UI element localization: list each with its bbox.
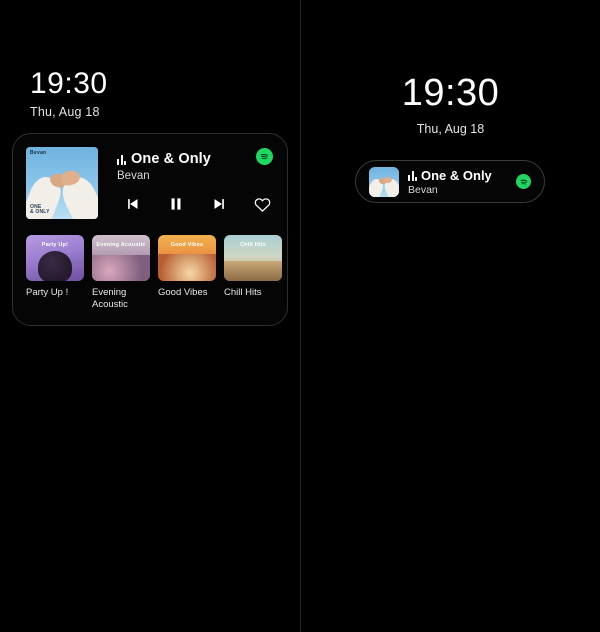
next-track-button[interactable] [209,194,229,214]
album-art-thumbnail [369,166,399,197]
album-art [369,166,399,197]
lockscreen-clock-right: 19:30 Thu, Aug 18 [301,72,600,136]
lockscreen-clock-left: 19:30 Thu, Aug 18 [30,68,108,119]
track-info: One & Only Bevan [117,151,211,182]
playlist-thumbnail-art [158,254,216,281]
playlist-overlay-text: Good Vibes [170,242,204,248]
playlist-label: Evening Acoustic [92,287,128,310]
spotify-icon[interactable] [516,174,531,189]
playback-controls [123,194,272,214]
media-card-header: Bevan ONE & ONLY One & Only Bevan [13,134,287,222]
expanded-media-player-card[interactable]: Bevan ONE & ONLY One & Only Bevan Party … [12,133,288,326]
album-art-label-bottom: ONE & ONLY [30,203,50,216]
playlist-label: Good Vibes [158,287,208,298]
album-art-label-top: Bevan [30,150,47,156]
playlist-item[interactable]: Chill Hits Chill Hits [224,235,282,311]
track-artist: Bevan [408,183,438,196]
album-art: Bevan ONE & ONLY [26,147,98,219]
track-info: One & Only Bevan [408,168,507,196]
right-lockscreen-panel: 19:30 Thu, Aug 18 [301,0,600,632]
clock-time: 19:30 [30,67,108,100]
track-title-row: One & Only [408,168,507,183]
clock-time: 19:30 [401,72,500,114]
pause-button[interactable] [166,194,186,214]
playlist-thumbnail: Evening Acoustic [92,235,150,281]
playlist-label: Chill Hits [224,287,262,298]
previous-track-button[interactable] [123,194,143,214]
playlist-overlay-text: Evening Acoustic [96,242,146,248]
track-artist: Bevan [117,170,150,182]
playlist-thumbnail-art [92,255,150,281]
collapsed-media-player-pill[interactable]: One & Only Bevan [355,160,545,203]
spotify-icon[interactable] [256,148,273,165]
track-title: One & Only [131,151,211,167]
playlist-label: Party Up ! [26,287,69,298]
track-title-row: One & Only [117,151,211,167]
track-title: One & Only [421,167,492,183]
playlist-thumbnail-art [224,261,282,281]
left-lockscreen-panel: 19:30 Thu, Aug 18 Bevan ONE & ONLY One &… [0,0,300,632]
clock-date: Thu, Aug 18 [416,121,485,136]
clock-date: Thu, Aug 18 [30,104,100,119]
playlist-thumbnail: Good Vibes [158,235,216,281]
playlist-overlay-text: Party Up! [41,242,69,248]
playlist-item[interactable]: Evening Acoustic Evening Acoustic [92,235,150,311]
favorite-button[interactable] [252,194,272,214]
playlist-item[interactable]: Party Up! Party Up ! [26,235,84,311]
playlist-overlay-text: Chill Hits [240,242,266,248]
equalizer-icon [408,170,417,181]
playlist-item[interactable]: Good Vibes Good Vibes [158,235,216,311]
playlist-thumbnail: Chill Hits [224,235,282,281]
equalizer-icon [117,154,126,165]
screenshot-root: 19:30 Thu, Aug 18 Bevan ONE & ONLY One &… [0,0,600,632]
playlist-thumbnail: Party Up! [26,235,84,281]
playlist-thumbnail-art [38,251,72,281]
playlist-shortcuts: Party Up! Party Up ! Evening Acoustic Ev… [26,235,282,311]
